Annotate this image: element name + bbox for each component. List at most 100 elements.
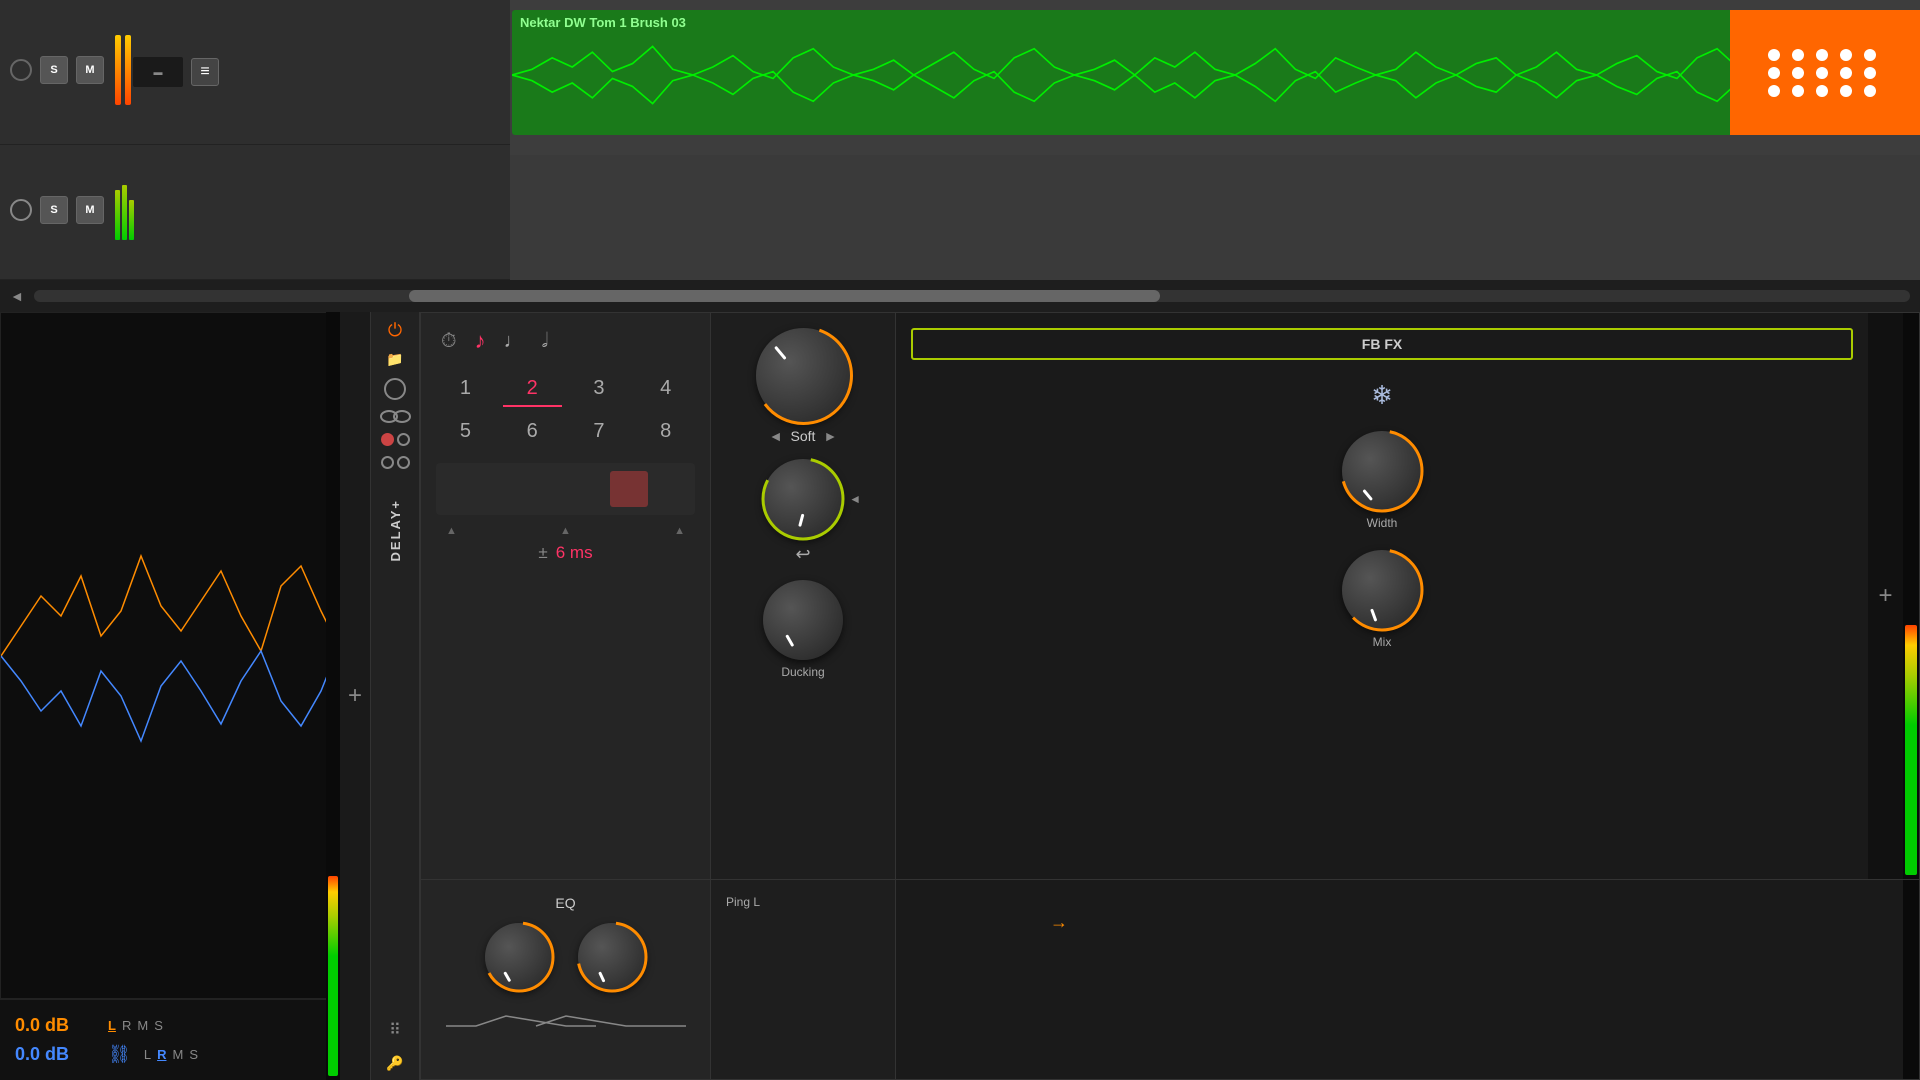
orange-badge[interactable]	[1730, 10, 1920, 135]
channel-M-blue[interactable]: M	[172, 1047, 183, 1062]
knob-arrow-right[interactable]: ◄	[849, 492, 861, 506]
track2-level-meter	[115, 180, 134, 240]
red-circles-pair[interactable]	[381, 433, 410, 446]
width-knob-ring	[1338, 427, 1426, 515]
delay-plugin-strip: ⏻ 📁 DELAY+ ⠿ 🔑	[370, 312, 420, 1080]
green-knob-ring	[759, 455, 847, 543]
soft-ducking-section: ◄ Soft ► ◄	[711, 313, 896, 879]
num-btn-4[interactable]: 4	[636, 372, 695, 407]
stereo-waveform	[1, 456, 331, 856]
ducking-knob[interactable]	[763, 580, 843, 660]
soft-prev-arrow[interactable]: ◄	[769, 428, 783, 444]
delay-plugin-label: DELAY+	[388, 499, 403, 561]
fbfx-header-btn[interactable]: FB FX	[911, 328, 1853, 360]
folder-icon[interactable]: 📁	[386, 351, 403, 368]
note-half-icon[interactable]: 𝅗𝅥	[542, 330, 548, 353]
num-btn-7[interactable]: 7	[570, 415, 629, 448]
ping-label: Ping L	[726, 895, 760, 909]
audio-region-1[interactable]: Nektar DW Tom 1 Brush 03	[512, 10, 1918, 135]
key-icon[interactable]: 🔑	[386, 1055, 403, 1072]
right-meter-bottom	[1903, 880, 1919, 1079]
audio-region-label: Nektar DW Tom 1 Brush 03	[512, 10, 1918, 35]
track1-record-btn[interactable]	[10, 59, 32, 81]
soft-knob-ring	[752, 324, 855, 427]
eq-knob2-ring	[574, 919, 650, 995]
level-blue: 0.0 dB	[15, 1044, 100, 1065]
clock-icon[interactable]: ⏱	[441, 330, 457, 353]
track1-mute-btn[interactable]: M	[76, 56, 104, 84]
freeze-icon[interactable]: ❄	[1371, 380, 1393, 411]
plus-minus-icon: ±	[538, 543, 547, 563]
width-label: Width	[1367, 516, 1398, 530]
num-btn-1[interactable]: 1	[436, 372, 495, 407]
num-btn-6[interactable]: 6	[503, 415, 562, 448]
width-knob-container[interactable]	[1342, 431, 1422, 511]
mix-knob-container[interactable]	[1342, 550, 1422, 630]
waveform-svg	[512, 35, 1918, 115]
eq-curve-svg	[446, 1001, 686, 1036]
delay-slider-thumb[interactable]	[610, 471, 648, 507]
link-circles[interactable]	[380, 410, 411, 423]
fbfx-bottom	[896, 880, 1903, 1079]
panel-right-meter	[326, 312, 340, 1080]
waveform-panel	[0, 312, 340, 999]
arrow-note-right: ▲	[674, 525, 685, 537]
note-dotted-icon[interactable]: ♪	[475, 328, 486, 354]
note-quarter-icon[interactable]: ♩	[504, 330, 524, 353]
scroll-thumb[interactable]	[409, 290, 1159, 302]
ping-section: Ping L	[711, 880, 896, 1079]
channel-S-blue[interactable]: S	[189, 1047, 198, 1062]
scroll-left-arrow[interactable]: ◄	[10, 288, 24, 304]
track2-region	[510, 155, 1920, 280]
ducking-arrow: →	[1050, 912, 1068, 933]
daw-scrollbar: ◄	[0, 280, 1920, 312]
level-orange: 0.0 dB	[15, 1015, 100, 1036]
dots-grid	[1768, 49, 1882, 97]
delay-slider[interactable]	[436, 463, 695, 515]
eq-section: EQ	[421, 880, 711, 1079]
ducking-knob-container[interactable]	[763, 580, 843, 660]
track1-menu-btn[interactable]: ≡	[191, 58, 219, 86]
num-btn-3[interactable]: 3	[570, 372, 629, 407]
ducking-label: Ducking	[781, 665, 824, 679]
channel-R-blue[interactable]: R	[157, 1047, 166, 1062]
track2-solo-btn[interactable]: S	[40, 196, 68, 224]
delay-ms-value: 6 ms	[556, 543, 593, 563]
eq-knob1-container[interactable]	[485, 923, 553, 991]
return-icon[interactable]: ↩	[795, 544, 810, 565]
green-knob-container[interactable]: ◄	[763, 459, 843, 539]
link-icon[interactable]: ⛓	[108, 1044, 131, 1065]
eq-knob1-ring	[481, 919, 557, 995]
soft-label: Soft	[791, 428, 816, 444]
track1-solo-btn[interactable]: S	[40, 56, 68, 84]
track2-mute-btn[interactable]: M	[76, 196, 104, 224]
fbfx-section: FB FX ❄ Width	[896, 313, 1868, 879]
track2-record-btn[interactable]	[10, 199, 32, 221]
channel-L-blue[interactable]: L	[144, 1047, 151, 1062]
num-btn-8[interactable]: 8	[636, 415, 695, 448]
soft-nav: ◄ Soft ►	[769, 428, 838, 444]
channel-S-orange[interactable]: S	[154, 1018, 163, 1033]
dots-menu-icon[interactable]: ⠿	[389, 1020, 401, 1040]
circle-icon-1[interactable]	[384, 378, 406, 400]
delay-ms-display: ± 6 ms	[436, 543, 695, 563]
track1-vol-label: ▬	[133, 57, 183, 87]
right-add-btn[interactable]: +	[1878, 582, 1892, 610]
num-btn-2[interactable]: 2	[503, 372, 562, 407]
ducking-knob-indicator	[785, 634, 794, 647]
soft-next-arrow[interactable]: ►	[823, 428, 837, 444]
channel-R-orange[interactable]: R	[122, 1018, 131, 1033]
num-btn-5[interactable]: 5	[436, 415, 495, 448]
power-icon[interactable]: ⏻	[388, 320, 402, 341]
eq-knob2-container[interactable]	[578, 923, 646, 991]
channel-M-orange[interactable]: M	[137, 1018, 148, 1033]
arrow-triplet-left: ▲	[446, 525, 457, 537]
small-circles-pair[interactable]	[381, 456, 410, 469]
scroll-track[interactable]	[34, 290, 1910, 302]
plugin-bottom: EQ	[421, 879, 1919, 1079]
channel-L-orange[interactable]: L	[108, 1018, 116, 1033]
mix-label: Mix	[1373, 635, 1392, 649]
soft-knob-container[interactable]	[756, 328, 851, 423]
track1-level-meter	[115, 35, 121, 105]
add-plugin-btn[interactable]: +	[348, 682, 362, 710]
